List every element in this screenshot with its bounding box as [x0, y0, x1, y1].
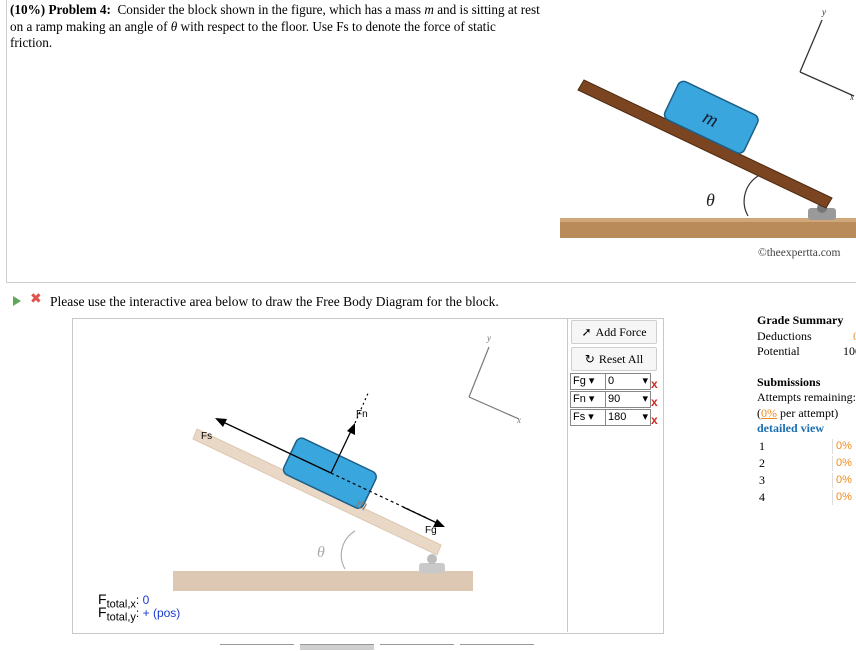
- force-name-select[interactable]: Fn ▾: [570, 391, 606, 408]
- delete-force-icon[interactable]: x: [651, 377, 658, 391]
- attempt-row: 3 0%: [759, 472, 852, 488]
- fbd-hinge-icon: [419, 554, 445, 573]
- delete-force-icon[interactable]: x: [651, 413, 658, 427]
- copyright: ©theexpertta.com: [758, 247, 841, 259]
- attempt-row: 1 0%: [759, 438, 852, 454]
- figure-angle-label: θ: [706, 190, 715, 210]
- grade-title: Grade Summary: [757, 313, 844, 327]
- fbd-angle-arc: [340, 530, 356, 570]
- section-divider: [6, 282, 856, 283]
- fbd-axis-y: y: [486, 333, 491, 343]
- grade-summary: Grade Summary Deductions 0% Potential 10…: [757, 313, 856, 507]
- delete-force-icon[interactable]: x: [651, 395, 658, 409]
- axes-icon: [799, 19, 855, 97]
- mass-symbol: m: [424, 2, 434, 17]
- force-angle-select[interactable]: 90 ▾: [605, 391, 651, 408]
- force-angle-select[interactable]: 180 ▾: [605, 409, 651, 426]
- reset-icon: ↻: [584, 352, 595, 366]
- fbd-floor: [173, 571, 473, 591]
- potential-row: Potential 100%: [757, 344, 856, 358]
- bottom-button[interactable]: [380, 644, 454, 651]
- force-name-select[interactable]: Fs ▾: [570, 409, 606, 426]
- force-angle-select[interactable]: 0 ▾: [605, 373, 651, 390]
- ftotal-y-value: + (pos): [142, 606, 181, 620]
- problem-label: (10%) Problem 4:: [10, 2, 111, 17]
- bottom-button[interactable]: [460, 644, 534, 651]
- fbd-drawing[interactable]: y x θ m Fs Fg Fn: [73, 319, 567, 633]
- problem-text-1: Consider the block shown in the figure, …: [117, 2, 425, 17]
- figure-axis-x: x: [849, 92, 854, 102]
- problem-statement: (10%) Problem 4: Consider the block show…: [10, 2, 540, 52]
- add-force-button[interactable]: ➚ Add Force: [571, 320, 657, 344]
- bottom-button[interactable]: [300, 644, 374, 650]
- submissions-title: Submissions: [757, 374, 821, 389]
- play-icon[interactable]: [13, 296, 21, 306]
- attempt-row: 4 0%: [759, 489, 852, 505]
- ftotal-y: Ftotal,y: + (pos): [98, 604, 181, 624]
- force-label-fn: Fn: [356, 409, 368, 420]
- deductions-row: Deductions 0%: [757, 328, 856, 343]
- problem-figure: y x m θ ©theexpertta.com: [560, 7, 856, 259]
- attempts-list: 1 0% 2 0% 3 0% 4 0%: [757, 437, 856, 507]
- detailed-view-link[interactable]: detailed view: [757, 421, 824, 435]
- attempts-remaining: Attempts remaining:: [757, 390, 856, 404]
- force-fg-arrow[interactable]: [402, 506, 445, 527]
- force-fs-arrow[interactable]: [215, 418, 430, 520]
- attempt-row: 2 0%: [759, 455, 852, 471]
- force-label-fg: Fg: [425, 525, 437, 536]
- force-panel: ➚ Add Force ↻ Reset All Fg ▾ 0 ▾ x Fn ▾ 9…: [567, 318, 663, 632]
- left-border: [6, 0, 7, 282]
- angle-arc: [743, 175, 759, 217]
- fbd-axes-icon: [468, 346, 520, 420]
- force-label-fs: Fs: [201, 431, 212, 442]
- force-name-select[interactable]: Fg ▾: [570, 373, 606, 390]
- reset-all-button[interactable]: ↻ Reset All: [571, 347, 657, 371]
- fbd-axis-x: x: [516, 415, 521, 425]
- cross-icon: ✖: [30, 291, 42, 307]
- arrow-icon: ➚: [581, 325, 592, 339]
- fbd-angle-label: θ: [317, 544, 325, 561]
- bottom-button[interactable]: [220, 644, 294, 651]
- instruction-text: Please use the interactive area below to…: [50, 294, 499, 309]
- per-attempt: (0% per attempt): [757, 405, 839, 420]
- figure-axis-y: y: [821, 7, 826, 17]
